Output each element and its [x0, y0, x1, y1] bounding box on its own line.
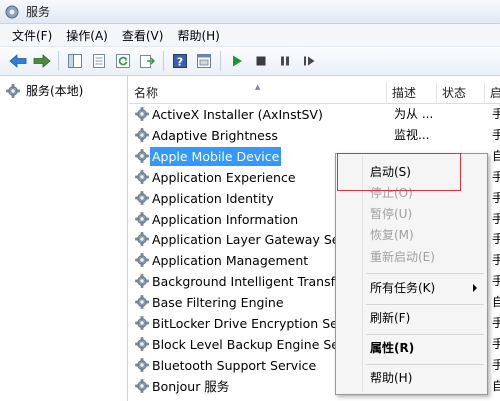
service-startup-type: 手 — [492, 232, 500, 247]
service-name: Application Identity — [152, 190, 274, 206]
service-name: Application Experience — [152, 169, 296, 185]
menu-help[interactable]: 帮助(H) — [177, 27, 219, 44]
title-bar: 服务 — [0, 0, 500, 24]
help-icon[interactable]: ? — [170, 51, 190, 71]
menu-separator — [366, 364, 484, 365]
service-startup-type: 手 — [492, 211, 500, 226]
gear-icon — [135, 232, 149, 247]
restart-icon[interactable] — [299, 51, 319, 71]
window-title: 服务 — [26, 5, 51, 19]
service-startup-type: 手 — [492, 169, 500, 184]
back-arrow-icon[interactable] — [8, 51, 28, 71]
service-name: Bluetooth Support Service — [152, 357, 317, 373]
gear-icon — [135, 107, 149, 121]
gear-icon — [135, 274, 149, 288]
menu-item-start[interactable]: 启动(S) — [370, 162, 411, 182]
service-name: Base Filtering Engine — [152, 295, 284, 311]
list-header: 名称 描述 状态 启 ▲ — [129, 82, 500, 104]
menu-item-help[interactable]: 帮助(H) — [370, 368, 412, 388]
service-startup-type: 手 — [492, 316, 500, 330]
gear-icon — [135, 128, 149, 142]
show-hide-tree-icon[interactable] — [65, 51, 85, 71]
menu-gutter — [362, 156, 363, 392]
gear-icon — [135, 358, 149, 372]
menu-bar: 文件(F) 操作(A) 查看(V) 帮助(H) — [0, 24, 500, 46]
service-description: 监视... — [394, 127, 430, 142]
service-name: Application Management — [152, 253, 309, 269]
gear-icon — [135, 149, 149, 163]
menu-item-restart: 重新启动(E) — [370, 250, 435, 264]
menu-separator — [366, 334, 484, 335]
submenu-arrow-icon — [473, 284, 477, 292]
forward-arrow-icon[interactable] — [32, 51, 52, 71]
toolbar-separator — [220, 51, 221, 71]
gear-icon — [135, 169, 149, 184]
stop-icon[interactable] — [251, 51, 271, 71]
gear-icon — [6, 83, 20, 98]
service-startup-type: 手 — [492, 274, 500, 289]
context-menu: 启动(S) 停止(O) 暂停(U) 恢复(M) 重新启动(E) 所有任务(K) … — [335, 153, 488, 395]
table-row[interactable]: ActiveX Installer (AxInstSV) 为从 ... 手 — [129, 104, 500, 125]
console-icon[interactable] — [194, 51, 214, 71]
gear-icon — [135, 378, 149, 393]
menu-view[interactable]: 查看(V) — [122, 27, 164, 44]
menu-separator — [366, 273, 484, 274]
service-name: Adaptive Brightness — [152, 127, 278, 143]
services-app-icon — [4, 4, 20, 20]
service-startup-type: 手 — [492, 253, 500, 268]
service-startup-type: 自 — [492, 295, 500, 310]
menu-item-properties[interactable]: 属性(R) — [370, 338, 414, 358]
svg-text:?: ? — [177, 56, 183, 69]
table-row[interactable]: Adaptive Brightness 监视... 手 — [129, 125, 500, 146]
gear-icon — [135, 190, 149, 205]
toolbar-separator — [58, 51, 59, 71]
menu-item-resume: 恢复(M) — [370, 228, 414, 242]
column-header-status[interactable]: 状态 — [437, 82, 485, 104]
service-name: Bonjour 服务 — [152, 378, 230, 394]
sort-ascending-icon: ▲ — [255, 83, 261, 91]
toolbar: ? — [0, 46, 500, 76]
play-icon[interactable] — [227, 51, 247, 71]
service-startup-type: 自 — [492, 378, 500, 393]
menu-item-stop: 停止(O) — [370, 186, 413, 200]
gear-icon — [135, 253, 149, 268]
service-startup-type: 手 — [492, 190, 500, 205]
column-header-description[interactable]: 描述 — [387, 82, 437, 104]
service-startup-type: 自 — [492, 148, 500, 163]
menu-item-refresh[interactable]: 刷新(F) — [370, 308, 410, 328]
service-description: 为从 ... — [394, 107, 434, 121]
gear-icon — [135, 211, 149, 226]
gear-icon — [135, 295, 149, 309]
export-list-icon[interactable] — [137, 51, 157, 71]
tree-item-services-local[interactable]: 服务(本地) — [6, 82, 83, 99]
service-startup-type: 手 — [492, 127, 500, 142]
gear-icon — [135, 337, 149, 351]
gear-icon — [135, 316, 149, 330]
menu-item-pause: 暂停(U) — [370, 207, 413, 221]
service-name: Application Information — [152, 211, 299, 227]
service-name: ActiveX Installer (AxInstSV) — [152, 107, 323, 122]
service-startup-type: 手 — [492, 336, 500, 351]
tree-item-label: 服务(本地) — [26, 84, 84, 98]
service-startup-type: 手 — [492, 107, 500, 121]
toolbar-separator — [163, 51, 164, 71]
menu-separator — [366, 304, 484, 305]
service-name: Apple Mobile Device — [150, 146, 282, 166]
tree-pane: 服务(本地) — [0, 76, 128, 401]
menu-item-all-tasks[interactable]: 所有任务(K) — [370, 278, 435, 298]
column-header-startup[interactable]: 启 — [485, 82, 500, 104]
properties-icon[interactable] — [89, 51, 109, 71]
refresh-icon[interactable] — [113, 51, 133, 71]
pause-icon[interactable] — [275, 51, 295, 71]
service-startup-type: 手 — [492, 357, 500, 372]
menu-file[interactable]: 文件(F) — [12, 27, 52, 44]
menu-action[interactable]: 操作(A) — [66, 27, 108, 44]
